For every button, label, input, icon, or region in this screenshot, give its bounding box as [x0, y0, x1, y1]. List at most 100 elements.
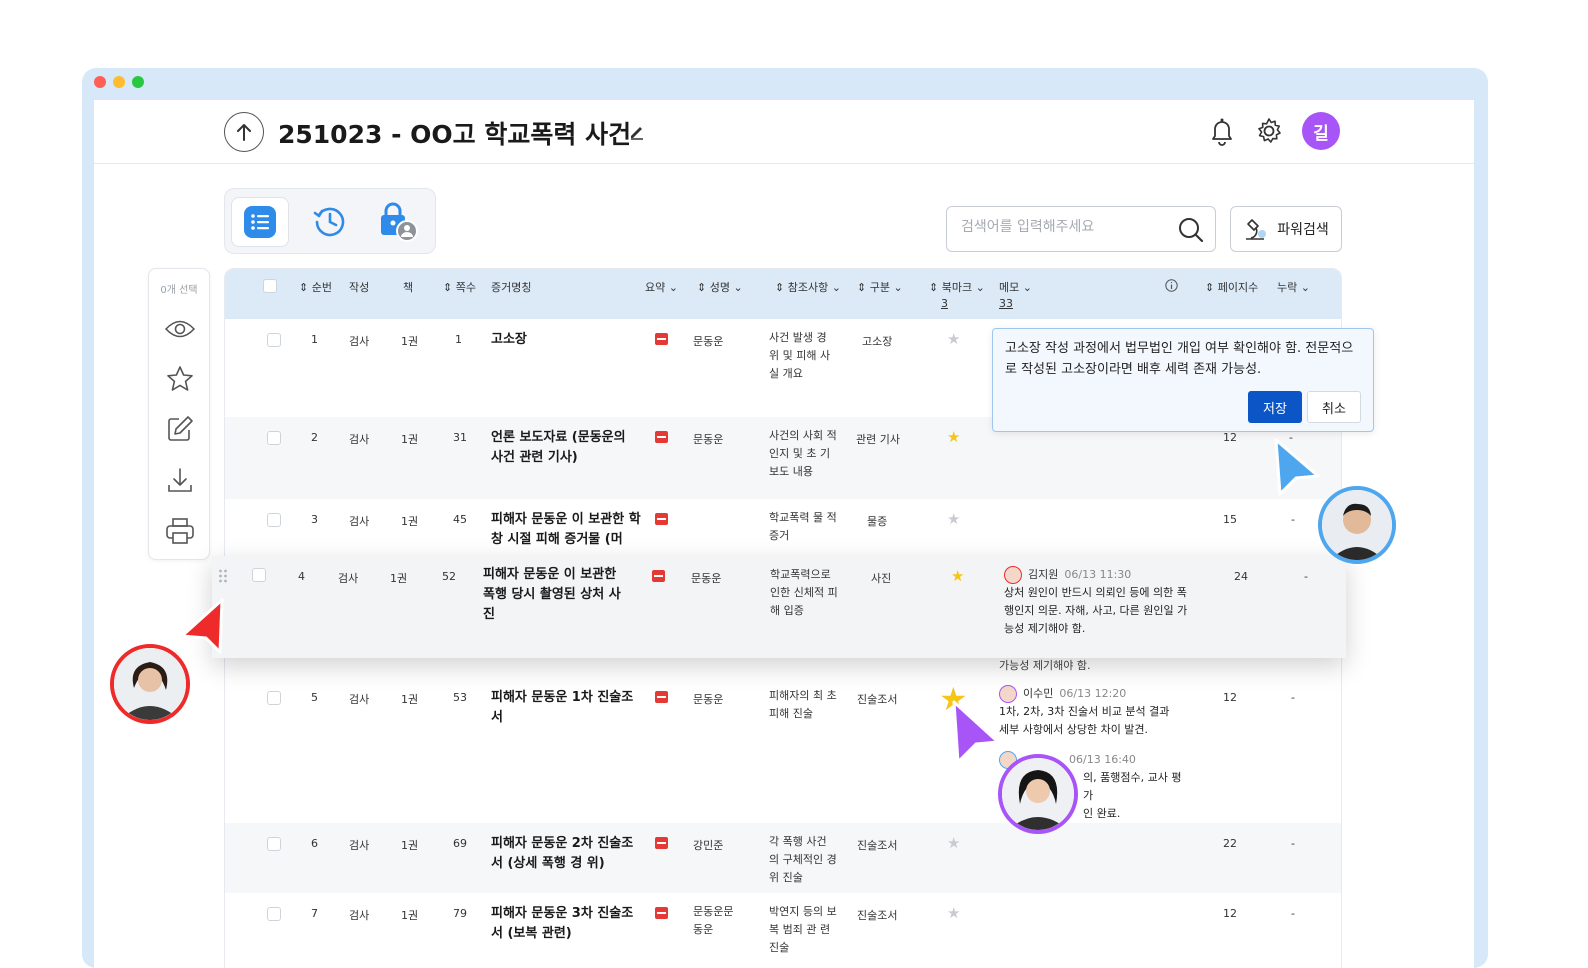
cell-evidence-name[interactable]: 피해자 문동운 이 보관한 폭행 당시 촬영된 상처 사진 — [483, 565, 623, 625]
selected-count: 0개 선택 — [160, 285, 198, 296]
row-checkbox[interactable] — [267, 431, 281, 445]
table-row[interactable]: 7 검사 1권 79 피해자 문동운 3차 진술조서 (보복 관련) 문동운문 … — [225, 893, 1341, 968]
top-bar: 251023 - OO고 학교폭력 사건 길 — [94, 100, 1474, 164]
pdf-icon[interactable] — [655, 333, 668, 345]
gear-icon[interactable] — [1254, 116, 1284, 146]
pencil-icon[interactable] — [628, 122, 646, 140]
tab-permissions[interactable] — [369, 197, 427, 247]
collaborator-avatar-red — [110, 644, 190, 724]
cell-ref: 학교폭력 물 적 증거 — [769, 511, 837, 542]
col-summary[interactable]: 요약 ⌄ — [645, 279, 678, 295]
view-button[interactable] — [162, 311, 198, 347]
col-book[interactable]: 책 — [403, 279, 413, 295]
cell-evidence-name[interactable]: 피해자 문동운 1차 진술조서 — [491, 688, 641, 728]
table-row[interactable]: 3 검사 1권 45 피해자 문동운 이 보관한 학창 시절 피해 증거물 (머… — [225, 499, 1341, 559]
row-checkbox[interactable] — [267, 333, 281, 347]
tab-history[interactable] — [301, 197, 359, 247]
dragged-table-row[interactable]: 4 검사 1권 52 피해자 문동운 이 보관한 폭행 당시 촬영된 상처 사진… — [212, 556, 1346, 658]
tab-list-view[interactable] — [231, 197, 289, 247]
col-bookmark[interactable]: ⇕ 북마크 ⌄ — [929, 279, 985, 295]
power-search-label: 파워검색 — [1277, 222, 1329, 238]
memo-overflow-text: 가능성 제기해야 함. — [999, 659, 1091, 672]
row-checkbox[interactable] — [252, 568, 266, 582]
col-page-count[interactable]: ⇕ 페이지수 — [1205, 279, 1258, 295]
bookmark-star-icon[interactable]: ★ — [947, 512, 960, 527]
row-checkbox[interactable] — [267, 907, 281, 921]
search-icon[interactable] — [1177, 216, 1205, 244]
bookmark-star-icon[interactable]: ★ — [947, 836, 960, 851]
bookmark-star-icon[interactable]: ★ — [947, 906, 960, 921]
col-author[interactable]: 작성 — [349, 279, 369, 295]
cell-author: 검사 — [349, 335, 370, 348]
cell-seq: 6 — [311, 837, 318, 850]
bookmark-star-icon[interactable]: ★ — [947, 332, 960, 347]
user-avatar[interactable]: 길 — [1302, 112, 1340, 150]
pdf-icon[interactable] — [655, 513, 668, 525]
cell-person: 문동운 — [693, 433, 724, 446]
cell-person: 문동운 — [693, 335, 724, 348]
table-row[interactable]: 6 검사 1권 69 피해자 문동운 2차 진술조서 (상세 폭행 경 위) 강… — [225, 823, 1341, 893]
cell-page-count: 12 — [1223, 431, 1237, 444]
row-checkbox[interactable] — [267, 691, 281, 705]
pdf-icon[interactable] — [655, 691, 668, 703]
edit-memo-button[interactable] — [162, 411, 198, 447]
save-button[interactable]: 저장 — [1248, 391, 1302, 423]
pdf-icon[interactable] — [652, 570, 665, 582]
col-pages[interactable]: ⇕ 쪽수 — [443, 279, 476, 295]
cell-evidence-name[interactable]: 피해자 문동운 3차 진술조서 (보복 관련) — [491, 904, 641, 944]
cancel-button[interactable]: 취소 — [1307, 391, 1361, 423]
power-search-button[interactable]: 파워검색 — [1230, 206, 1342, 252]
col-category[interactable]: ⇕ 구분 ⌄ — [857, 279, 903, 295]
person-avatar-icon — [1002, 758, 1074, 830]
app-content: 251023 - OO고 학교폭력 사건 길 파워검색 — [94, 100, 1474, 968]
col-name[interactable]: 증거명칭 — [491, 279, 531, 295]
comment-text: 1차, 2차, 3차 진술서 비교 분석 결과 세부 사항에서 상당한 차이 발… — [999, 705, 1170, 736]
download-button[interactable] — [162, 463, 198, 499]
cell-page-count: 12 — [1223, 907, 1237, 920]
table-row[interactable]: 5 검사 1권 53 피해자 문동운 1차 진술조서 문동운 피해자의 최 초 … — [225, 677, 1341, 823]
pdf-icon[interactable] — [655, 837, 668, 849]
cell-category: 물증 — [867, 515, 888, 528]
cell-evidence-name[interactable]: 고소장 — [491, 330, 641, 350]
cell-author: 검사 — [338, 572, 359, 585]
bookmark-star-icon[interactable]: ★ — [951, 569, 964, 584]
back-button[interactable] — [224, 112, 264, 152]
memo-editor-text[interactable]: 고소장 작성 과정에서 법무법인 개입 여부 확인해야 함. 전문적으로 작성된… — [1005, 338, 1365, 380]
col-missing[interactable]: 누락 ⌄ — [1277, 279, 1310, 295]
col-person[interactable]: ⇕ 성명 ⌄ — [697, 279, 743, 295]
drag-handle-icon[interactable] — [218, 568, 228, 584]
person-avatar-icon — [1322, 490, 1392, 560]
lock-user-icon — [381, 202, 418, 242]
cell-book: 1권 — [401, 515, 419, 528]
select-all-checkbox[interactable] — [263, 279, 277, 293]
col-memo[interactable]: 메모 ⌄ — [999, 279, 1032, 295]
cell-missing: - — [1291, 907, 1295, 920]
row-checkbox[interactable] — [267, 837, 281, 851]
cell-evidence-name[interactable]: 언론 보도자료 (문동운의 사건 관련 기사) — [491, 428, 641, 468]
cell-category: 진술조서 — [857, 693, 898, 706]
print-button[interactable] — [162, 513, 198, 549]
cell-book: 1권 — [401, 909, 419, 922]
close-window-button[interactable] — [94, 76, 106, 88]
col-seq[interactable]: ⇕ 순번 — [299, 279, 332, 295]
cell-missing: - — [1291, 837, 1295, 850]
zoom-window-button[interactable] — [132, 76, 144, 88]
bookmark-count[interactable]: 3 — [941, 297, 948, 310]
cell-evidence-name[interactable]: 피해자 문동운 2차 진술조서 (상세 폭행 경 위) — [491, 834, 641, 874]
row-checkbox[interactable] — [267, 513, 281, 527]
bookmark-button[interactable] — [162, 361, 198, 397]
info-icon[interactable] — [1165, 279, 1178, 292]
window-controls — [94, 76, 144, 88]
col-ref[interactable]: ⇕ 참조사항 ⌄ — [775, 279, 841, 295]
pdf-icon[interactable] — [655, 907, 668, 919]
bookmark-star-icon[interactable]: ★ — [947, 430, 960, 445]
search-input[interactable] — [961, 219, 1171, 235]
commenter-avatar — [1004, 566, 1022, 584]
memo-count[interactable]: 33 — [999, 297, 1013, 310]
cell-evidence-name[interactable]: 피해자 문동운 이 보관한 학창 시절 피해 증거물 (머 — [491, 510, 641, 550]
pdf-icon[interactable] — [655, 431, 668, 443]
printer-icon — [166, 518, 194, 544]
bell-icon[interactable] — [1208, 116, 1236, 146]
minimize-window-button[interactable] — [113, 76, 125, 88]
cell-page-count: 12 — [1223, 691, 1237, 704]
